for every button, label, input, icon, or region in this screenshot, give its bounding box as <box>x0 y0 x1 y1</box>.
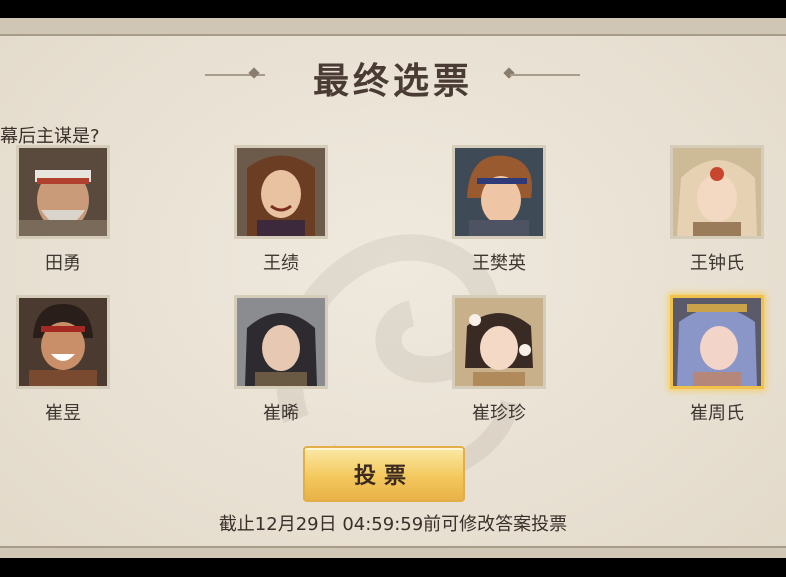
title-ornament-right <box>510 74 580 76</box>
candidate-name: 崔晞 <box>263 403 299 424</box>
candidate-name: 崔珍珍 <box>472 403 526 424</box>
panel-top-border <box>0 18 786 36</box>
candidate-card-wangfanying[interactable]: 王樊英 <box>452 145 546 275</box>
candidate-card-wangji[interactable]: 王绩 <box>234 145 328 275</box>
portrait-headband-youth-icon <box>455 148 543 236</box>
portrait-blue-hair-lady-icon <box>673 298 761 386</box>
candidate-name: 王绩 <box>263 253 299 274</box>
candidate-name: 田勇 <box>45 253 81 274</box>
portrait-laughing-warrior-icon <box>19 298 107 386</box>
vote-button[interactable]: 投票 <box>303 446 465 502</box>
deadline-text: 截止12月29日 04:59:59前可修改答案投票 <box>218 514 568 535</box>
candidate-card-wangzhongshi[interactable]: 王钟氏 <box>670 145 764 275</box>
avatar[interactable] <box>452 295 546 389</box>
avatar[interactable] <box>16 145 110 239</box>
candidate-name: 王钟氏 <box>690 253 744 274</box>
candidate-card-cuixi[interactable]: 崔晞 <box>234 295 328 425</box>
candidate-name: 王樊英 <box>472 253 526 274</box>
avatar[interactable] <box>452 145 546 239</box>
candidate-card-cuiyu[interactable]: 崔昱 <box>16 295 110 425</box>
panel-bottom-border <box>0 546 786 558</box>
portrait-dark-hair-man-icon <box>237 298 325 386</box>
candidate-name: 崔昱 <box>45 403 81 424</box>
portrait-lady-blonde-icon <box>673 148 761 236</box>
portrait-young-man-icon <box>237 148 325 236</box>
candidate-name: 崔周氏 <box>690 403 744 424</box>
title-bar: 最终选票 <box>0 48 786 104</box>
candidate-card-tianyong[interactable]: 田勇 <box>16 145 110 275</box>
avatar[interactable] <box>670 145 764 239</box>
candidate-card-cuizhoushi[interactable]: 崔周氏 <box>670 295 764 425</box>
avatar[interactable] <box>16 295 110 389</box>
portrait-girl-flowers-icon <box>455 298 543 386</box>
avatar-selected[interactable] <box>670 295 764 389</box>
candidate-card-cuizhenzhen[interactable]: 崔珍珍 <box>452 295 546 425</box>
avatar[interactable] <box>234 145 328 239</box>
page-title: 最终选票 <box>312 61 473 102</box>
portrait-old-warrior-icon <box>19 148 107 236</box>
avatar[interactable] <box>234 295 328 389</box>
